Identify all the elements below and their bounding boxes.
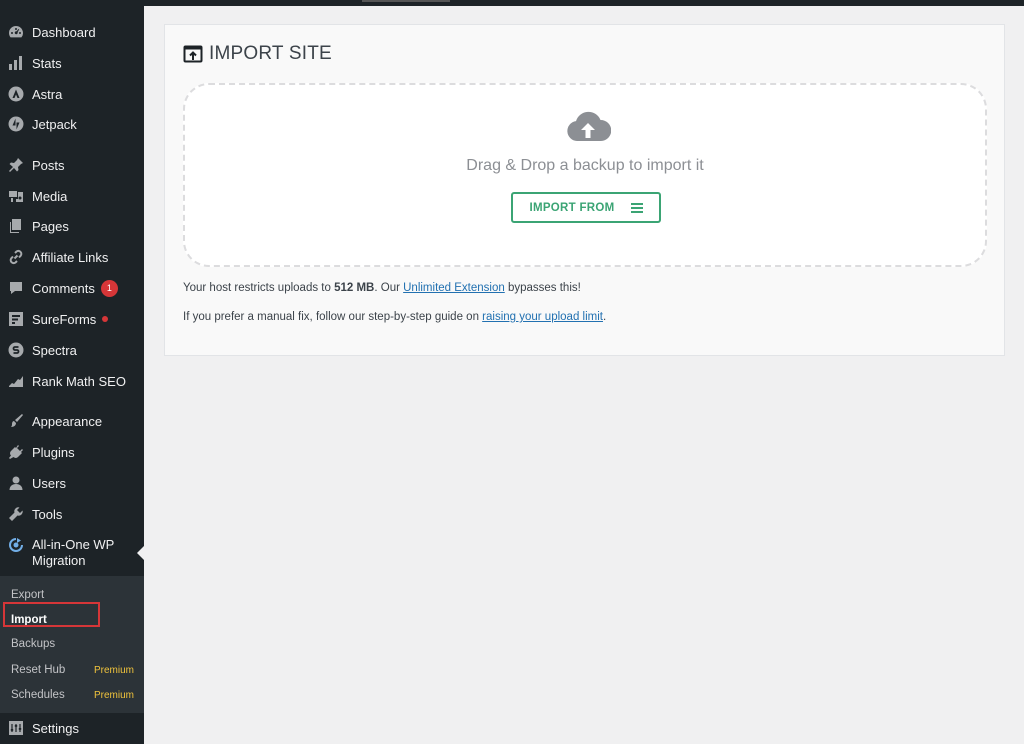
submenu-item-label: Schedules — [11, 689, 65, 701]
sidebar-item-label: Comments — [32, 280, 95, 296]
upload-limit-notice: Your host restricts uploads to 512 MB. O… — [183, 282, 581, 294]
submenu-item-label: Export — [11, 589, 45, 601]
sidebar-item-astra[interactable]: Astra — [0, 79, 144, 109]
media-icon — [8, 188, 24, 204]
astra-icon — [8, 86, 24, 102]
notice-text: . Our — [374, 282, 404, 294]
sidebar-item-spectra[interactable]: Spectra — [0, 335, 144, 365]
sidebar-item-label: Posts — [32, 157, 65, 173]
sidebar-item-label: Plugins — [32, 444, 75, 460]
sidebar-item-label: Rank Math SEO — [32, 373, 126, 389]
notice-text: Your host restricts uploads to — [183, 282, 335, 294]
submenu-item-backups[interactable]: Backups — [0, 633, 144, 655]
dashboard-icon — [8, 24, 24, 40]
submenu-item-label: Reset Hub — [11, 664, 66, 676]
sidebar-item-label: Affiliate Links — [32, 249, 109, 265]
hamburger-menu-icon — [630, 202, 643, 213]
submenu-item-reset-hub[interactable]: Reset Hub Premium — [0, 659, 144, 681]
sidebar-item-label: Appearance — [32, 413, 103, 429]
link-icon — [8, 249, 24, 265]
sidebar-item-appearance[interactable]: Appearance — [0, 406, 144, 436]
sidebar-item-label: All-in-One WP Migration — [32, 537, 115, 568]
rankmath-icon — [8, 373, 24, 389]
import-from-label: IMPORT FROM — [529, 201, 615, 214]
page-title-text: IMPORT SITE — [209, 43, 332, 64]
submenu-item-schedules[interactable]: Schedules Premium — [0, 684, 144, 706]
sidebar-item-tools[interactable]: Tools — [0, 499, 144, 529]
sidebar-item-label: Dashboard — [32, 24, 96, 40]
admin-sidebar: Dashboard Stats Astra Jetpack Posts Medi… — [0, 6, 144, 744]
sidebar-item-label: Settings — [32, 720, 79, 736]
sidebar-item-label: SureForms — [32, 311, 97, 327]
migration-submenu: Export Import Backups Reset Hub Premium S… — [0, 576, 144, 713]
sidebar-item-pages[interactable]: Pages — [0, 211, 144, 241]
import-from-button[interactable]: IMPORT FROM — [511, 192, 661, 223]
import-site-icon — [183, 45, 203, 63]
drop-instruction: Drag & Drop a backup to import it — [466, 157, 704, 174]
sidebar-item-label: Users — [32, 475, 66, 491]
notice-text: . — [602, 311, 607, 323]
sidebar-item-label: Jetpack — [32, 116, 77, 132]
migration-icon — [8, 537, 24, 553]
sidebar-item-stats[interactable]: Stats — [0, 48, 144, 78]
user-icon — [8, 475, 24, 491]
import-site-card: IMPORT SITE Drag & Drop a backup to impo… — [164, 24, 1005, 356]
sidebar-item-label: Tools — [32, 506, 63, 522]
manual-fix-notice: If you prefer a manual fix, follow our s… — [183, 311, 606, 323]
pages-icon — [8, 218, 24, 234]
import-highlight-box — [3, 602, 100, 627]
upload-limit-value: 512 MB — [334, 282, 375, 294]
sidebar-item-settings[interactable]: Settings — [0, 713, 144, 743]
sidebar-item-jetpack[interactable]: Jetpack — [0, 109, 144, 139]
sidebar-item-sureforms[interactable]: SureForms — [0, 304, 144, 334]
sidebar-item-comments[interactable]: Comments 1 — [0, 273, 144, 303]
current-menu-arrow — [137, 546, 144, 560]
jetpack-icon — [8, 116, 24, 132]
spectra-icon — [8, 342, 24, 358]
sidebar-item-all-in-one-wp-migration[interactable]: All-in-One WP Migration — [0, 529, 144, 577]
sidebar-item-users[interactable]: Users — [0, 468, 144, 498]
sidebar-item-affiliate-links[interactable]: Affiliate Links — [0, 242, 144, 272]
sidebar-item-label: Pages — [32, 218, 69, 234]
sureforms-icon — [8, 311, 24, 327]
unlimited-extension-link[interactable]: Unlimited Extension — [403, 282, 505, 294]
comment-icon — [8, 280, 24, 296]
brush-icon — [8, 413, 24, 429]
sidebar-item-media[interactable]: Media — [0, 181, 144, 211]
raise-upload-limit-link[interactable]: raising your upload limit — [482, 311, 603, 323]
sidebar-item-posts[interactable]: Posts — [0, 150, 144, 180]
notice-text: bypasses this! — [504, 282, 581, 294]
backup-dropzone[interactable]: Drag & Drop a backup to import it IMPORT… — [183, 83, 987, 267]
cloud-upload-icon — [567, 111, 611, 141]
stats-icon — [8, 55, 24, 71]
sidebar-item-plugins[interactable]: Plugins — [0, 437, 144, 467]
top-bar-highlight — [362, 0, 450, 2]
comments-count-badge: 1 — [100, 279, 118, 297]
sidebar-item-rank-math-seo[interactable]: Rank Math SEO — [0, 366, 144, 396]
premium-tag: Premium — [93, 664, 134, 676]
submenu-item-label: Backups — [11, 638, 56, 650]
admin-top-bar — [0, 0, 1024, 6]
premium-tag: Premium — [93, 689, 134, 701]
settings-icon — [8, 720, 24, 736]
notice-text: If you prefer a manual fix, follow our s… — [183, 311, 483, 323]
sidebar-item-label: Media — [32, 188, 68, 204]
plugin-icon — [8, 444, 24, 460]
sidebar-item-label: Spectra — [32, 342, 77, 358]
pin-icon — [8, 157, 24, 173]
page-title: IMPORT SITE — [183, 43, 332, 65]
notification-dot — [102, 316, 109, 322]
sidebar-item-label: Astra — [32, 86, 63, 102]
wrench-icon — [8, 506, 24, 522]
sidebar-item-dashboard[interactable]: Dashboard — [0, 17, 144, 47]
sidebar-item-label: Stats — [32, 55, 62, 71]
